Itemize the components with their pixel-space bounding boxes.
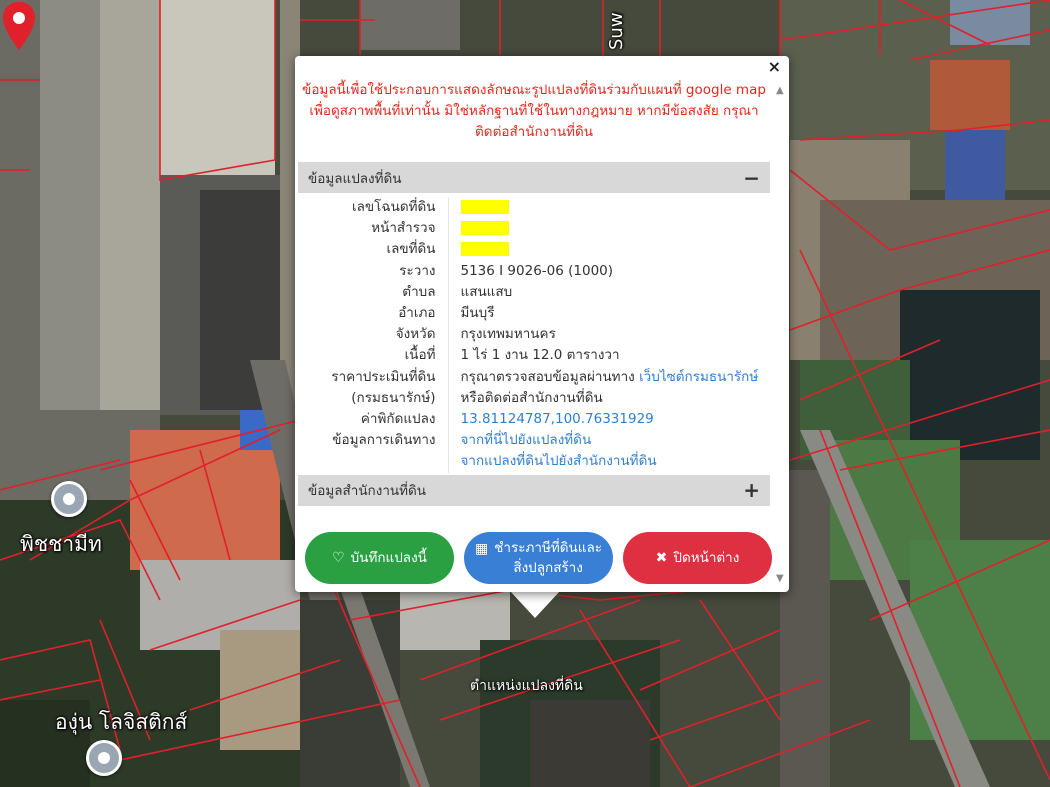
redacted-value [460, 200, 509, 214]
field-value: กรุณาตรวจสอบข้อมูลผ่านทาง [460, 368, 635, 385]
field-label: หน้าสำรวจ [298, 218, 449, 240]
field-value: มีนบุรี [460, 305, 495, 322]
field-value: แสนแสบ [460, 283, 513, 300]
section-header-land-info[interactable]: ข้อมูลแปลงที่ดิน − [298, 162, 770, 193]
field-label: อำเภอ [298, 303, 449, 325]
button-label: บันทึกแปลงนี้ [350, 550, 427, 566]
field-label: เลขโฉนดที่ดิน [298, 197, 449, 219]
table-row: อำเภอ มีนบุรี [298, 303, 770, 325]
parcel-location-label: ตำแหน่งแปลงที่ดิน [470, 678, 583, 694]
collapse-minus-icon[interactable]: − [743, 168, 760, 188]
save-parcel-button[interactable]: ♡ บันทึกแปลงนี้ [305, 532, 454, 584]
disclaimer-text: ข้อมูลนี้เพื่อใช้ประกอบการแสดงลักษณะรูปแ… [302, 82, 766, 140]
popup-scroll-content[interactable]: ข้อมูลนี้เพื่อใช้ประกอบการแสดงลักษณะรูปแ… [295, 74, 773, 584]
expand-plus-icon[interactable]: + [743, 480, 760, 500]
redacted-value [460, 242, 509, 257]
button-label: ชำระภาษีที่ดินและ [494, 540, 602, 556]
field-value: 1 ไร่ 1 งาน 12.0 ตารางวา [460, 347, 620, 364]
scroll-down-arrow-icon[interactable]: ▼ [776, 574, 786, 584]
field-label: เนื้อที่ [298, 345, 449, 367]
directions-to-office-link[interactable]: จากแปลงที่ดินไปยังสำนักงานที่ดิน [461, 451, 771, 472]
field-label: เลขที่ดิน [298, 239, 449, 261]
section-header-land-office[interactable]: ข้อมูลสำนักงานที่ดิน + [298, 474, 770, 506]
coordinates-link[interactable]: 13.81124787,100.76331929 [461, 411, 654, 427]
section-title: ข้อมูลแปลงที่ดิน [308, 170, 402, 187]
action-buttons: ♡ บันทึกแปลงนี้ ▦ ชำระภาษีที่ดินและ สิ่ง… [305, 532, 772, 584]
close-x-icon: ✖ [655, 550, 668, 566]
field-value: 5136 I 9026-06 (1000) [460, 262, 614, 279]
table-row: ราคาประเมินที่ดิน (กรมธนารักษ์) กรุณาตรว… [298, 366, 770, 410]
field-value: กรุงเทพมหานคร [460, 326, 556, 343]
poi-label-pitchamit[interactable]: พิชชามีท [20, 528, 102, 561]
section-title: ข้อมูลสำนักงานที่ดิน [308, 483, 427, 500]
poi-pin-icon[interactable] [51, 481, 87, 517]
table-row: หน้าสำรวจ [298, 218, 770, 240]
table-row: ค่าพิกัดแปลง 13.81124787,100.76331929 [298, 409, 770, 431]
treasury-website-link[interactable]: เว็บไซต์กรมธนารักษ์ [639, 369, 758, 385]
land-info-popup: × ▲ ▼ ข้อมูลนี้เพื่อใช้ประกอบการแสดงลักษ… [295, 56, 789, 592]
parcel-location-pin-icon[interactable] [0, 0, 38, 52]
table-row: เลขโฉนดที่ดิน [298, 197, 770, 219]
close-window-button[interactable]: ✖ ปิดหน้าต่าง [623, 532, 772, 584]
poi-label-angun-logistics[interactable]: องุ่น โลจิสติกส์ [55, 706, 187, 739]
field-label: ค่าพิกัดแปลง [298, 409, 449, 431]
pay-land-tax-button[interactable]: ▦ ชำระภาษีที่ดินและ สิ่งปลูกสร้าง [464, 532, 613, 584]
scroll-up-arrow-icon[interactable]: ▲ [776, 86, 786, 96]
field-label: ข้อมูลการเดินทาง [298, 430, 449, 473]
table-row: จังหวัด กรุงเทพมหานคร [298, 324, 770, 346]
land-info-table: เลขโฉนดที่ดิน หน้าสำรวจ เลขที่ดิน ระวาง … [298, 197, 770, 473]
table-row: ข้อมูลการเดินทาง จากที่นี่ไปยังแปลงที่ดิ… [298, 430, 771, 473]
button-label: สิ่งปลูกสร้าง [513, 560, 583, 576]
heart-icon: ♡ [332, 550, 345, 566]
table-row: ตำบล แสนแสบ [298, 281, 770, 304]
directions-to-parcel-link[interactable]: จากที่นี่ไปยังแปลงที่ดิน [461, 430, 771, 451]
poi-pin-icon[interactable] [86, 740, 122, 776]
field-label: (กรมธนารักษ์) [351, 389, 436, 406]
table-row: เนื้อที่ 1 ไร่ 1 งาน 12.0 ตารางวา [298, 345, 770, 367]
field-label: ตำบล [298, 281, 449, 304]
road-label: Suw [606, 12, 627, 50]
popup-pointer [510, 591, 560, 618]
button-label: ปิดหน้าต่าง [673, 550, 740, 566]
qr-code-icon: ▦ [475, 541, 489, 557]
redacted-value [460, 221, 509, 236]
table-row: ระวาง 5136 I 9026-06 (1000) [298, 260, 770, 282]
field-label: ราคาประเมินที่ดิน [331, 368, 436, 385]
table-row: เลขที่ดิน [298, 239, 770, 261]
field-value: หรือติดต่อสำนักงานที่ดิน [460, 389, 603, 406]
field-label: จังหวัด [298, 324, 449, 346]
field-label: ระวาง [298, 260, 449, 282]
